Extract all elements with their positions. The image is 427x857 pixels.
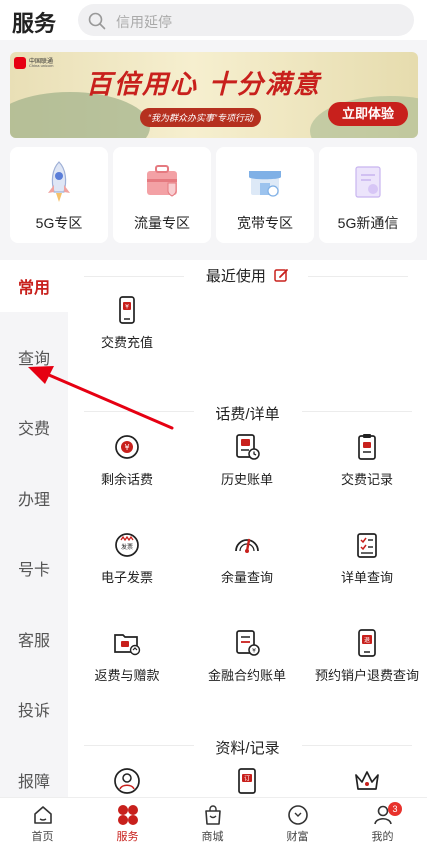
- promo-banner[interactable]: 中国联通 China unicom 百倍用心 十分满意 “我为群众办实事”专项行…: [10, 52, 418, 138]
- banner-cta-button[interactable]: 立即体验: [328, 102, 408, 126]
- brand-logo: 中国联通 China unicom: [14, 56, 74, 70]
- service-profile[interactable]: [72, 767, 182, 795]
- rocket-icon: [48, 161, 70, 202]
- tab-wealth[interactable]: 财富: [255, 804, 340, 844]
- quick-entry-label: 宽带专区: [237, 215, 293, 231]
- svg-text:¥: ¥: [124, 443, 129, 452]
- banner-slogan: 百倍用心 十分满意: [86, 70, 322, 100]
- tab-label: 财富: [286, 831, 309, 843]
- section-title-recent: 最近使用: [68, 265, 427, 286]
- quick-entry-5g-zone[interactable]: 5G专区: [10, 147, 108, 243]
- section-title-records: 资料/记录: [215, 740, 280, 757]
- tab-label: 首页: [31, 831, 54, 843]
- invoice-icon: 发票: [115, 533, 139, 557]
- service-label: 剩余话费: [100, 472, 153, 487]
- unicom-logo-icon: [14, 57, 26, 69]
- history-bill-icon: [236, 434, 260, 460]
- category-sidebar: 常用 查询 交费 办理 号卡 客服 投诉 报障: [0, 260, 68, 797]
- service-label: 交费充值: [100, 335, 153, 350]
- svg-text:退: 退: [364, 636, 370, 644]
- sidebar-item-number-card[interactable]: 号卡: [0, 556, 68, 580]
- crown-icon: [355, 771, 379, 790]
- search-icon: [88, 12, 106, 30]
- service-detail-query[interactable]: 详单查询: [312, 531, 422, 586]
- service-label: 详单查询: [340, 570, 393, 585]
- tab-home[interactable]: 首页: [0, 804, 85, 844]
- suitcase-icon: [147, 165, 177, 197]
- phone-refund-icon: 退: [358, 629, 376, 657]
- service-cancellation-refund-query[interactable]: 退 预约销户退费查询: [312, 629, 422, 684]
- tab-label: 商城: [201, 831, 224, 843]
- service-clover-icon: [117, 805, 138, 825]
- service-history-bill[interactable]: 历史账单: [192, 433, 302, 488]
- home-icon: [33, 806, 52, 824]
- service-refund-gift[interactable]: 返费与赠款: [72, 629, 182, 684]
- service-label: 交费记录: [340, 472, 393, 487]
- service-usage-query[interactable]: 余量查询: [192, 531, 302, 586]
- bottom-nav: 首页 服务 商城 财富 我的 3: [0, 797, 427, 857]
- sidebar-item-complaint[interactable]: 投诉: [0, 697, 68, 721]
- store-icon: [249, 171, 281, 197]
- notification-badge: 3: [388, 802, 402, 816]
- service-balance[interactable]: ¥ 剩余话费: [72, 433, 182, 488]
- search-input[interactable]: 信用延停: [78, 4, 414, 36]
- page-title: 服务: [12, 11, 57, 36]
- service-label: 金融合约账单: [207, 668, 286, 683]
- checklist-icon: [357, 533, 377, 558]
- service-recharge[interactable]: ¥ 交费充值: [72, 296, 182, 351]
- quick-entry-broadband-zone[interactable]: 宽带专区: [216, 147, 314, 243]
- service-membership[interactable]: [312, 767, 422, 795]
- finance-bill-icon: ¥: [236, 630, 260, 656]
- order-icon: 订: [238, 768, 256, 794]
- section-title-billing: 话费/详单: [215, 406, 280, 423]
- tab-mine[interactable]: 我的 3: [340, 802, 425, 844]
- header: 服务 信用延停: [0, 0, 427, 40]
- tab-label: 服务: [116, 831, 139, 843]
- user-profile-icon: [114, 768, 140, 794]
- quick-entry-5g-messaging[interactable]: 5G新通信: [319, 147, 417, 243]
- phone-pay-icon: ¥: [119, 296, 135, 324]
- service-order-records[interactable]: 订: [192, 767, 302, 795]
- folder-refund-icon: [114, 634, 141, 656]
- tab-label: 我的: [371, 831, 394, 843]
- service-label: 历史账单: [220, 472, 273, 487]
- quick-entry-label: 5G专区: [35, 215, 83, 231]
- sidebar-item-payment[interactable]: 交费: [0, 415, 68, 439]
- tab-service[interactable]: 服务: [85, 804, 170, 844]
- service-label: 余量查询: [220, 570, 273, 585]
- sidebar-item-customer-service[interactable]: 客服: [0, 627, 68, 651]
- certificate-icon: [355, 166, 381, 198]
- quick-entry-label: 流量专区: [134, 215, 190, 231]
- brand-name-en: China unicom: [29, 63, 54, 68]
- service-label: 返费与赠款: [94, 668, 160, 683]
- svg-text:发票: 发票: [121, 543, 133, 551]
- gauge-icon: [235, 538, 259, 553]
- sidebar-item-query[interactable]: 查询: [0, 345, 68, 369]
- service-content: 最近使用 ¥ 交费充值 话费/详单 ¥ 剩余话费 历史账单 交费记录 发票 电子…: [68, 260, 427, 797]
- service-label: 电子发票: [100, 570, 153, 585]
- clipboard-icon: [358, 434, 376, 460]
- service-payment-records[interactable]: 交费记录: [312, 433, 422, 488]
- edit-icon[interactable]: [274, 268, 289, 283]
- svg-text:¥: ¥: [125, 304, 129, 311]
- section-title-text: 最近使用: [205, 268, 266, 285]
- service-label: 预约销户退费查询: [314, 668, 419, 683]
- service-finance-contract-bill[interactable]: ¥ 金融合约账单: [192, 629, 302, 684]
- shopping-bag-icon: [204, 805, 221, 825]
- yuan-circle-icon: ¥: [115, 435, 139, 459]
- service-e-invoice[interactable]: 发票 电子发票: [72, 531, 182, 586]
- banner-subtitle: “我为群众办实事”专项行动: [140, 108, 261, 127]
- quick-entry-label: 5G新通信: [337, 215, 399, 231]
- svg-text:¥: ¥: [252, 648, 256, 655]
- search-placeholder: 信用延停: [116, 14, 172, 30]
- svg-text:订: 订: [244, 776, 250, 783]
- tab-mall[interactable]: 商城: [170, 804, 255, 844]
- quick-entry-data-zone[interactable]: 流量专区: [113, 147, 211, 243]
- sidebar-item-common[interactable]: 常用: [0, 274, 68, 298]
- coin-icon: [287, 805, 308, 825]
- sidebar-item-handle[interactable]: 办理: [0, 486, 68, 510]
- sidebar-item-report-fault[interactable]: 报障: [0, 768, 68, 792]
